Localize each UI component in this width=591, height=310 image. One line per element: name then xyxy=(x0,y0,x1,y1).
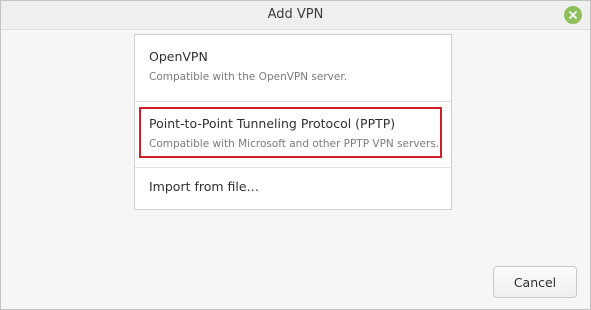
option-title: OpenVPN xyxy=(149,49,208,64)
cancel-button[interactable]: Cancel xyxy=(493,266,577,298)
vpn-type-list: OpenVPN Compatible with the OpenVPN serv… xyxy=(134,34,452,210)
titlebar: Add VPN xyxy=(1,1,590,30)
add-vpn-dialog: Add VPN OpenVPN Compatible with the Open… xyxy=(0,0,591,310)
option-pptp[interactable]: Point-to-Point Tunneling Protocol (PPTP)… xyxy=(135,101,451,167)
close-icon xyxy=(569,11,577,19)
dialog-title: Add VPN xyxy=(267,7,324,22)
option-description: Compatible with the OpenVPN server. xyxy=(149,71,348,83)
option-description: Compatible with Microsoft and other PPTP… xyxy=(149,138,440,150)
option-import-from-file[interactable]: Import from file… xyxy=(135,167,451,210)
option-openvpn[interactable]: OpenVPN Compatible with the OpenVPN serv… xyxy=(135,35,451,101)
option-title: Import from file… xyxy=(149,179,260,194)
close-button[interactable] xyxy=(564,6,582,24)
option-title: Point-to-Point Tunneling Protocol (PPTP) xyxy=(149,116,396,131)
